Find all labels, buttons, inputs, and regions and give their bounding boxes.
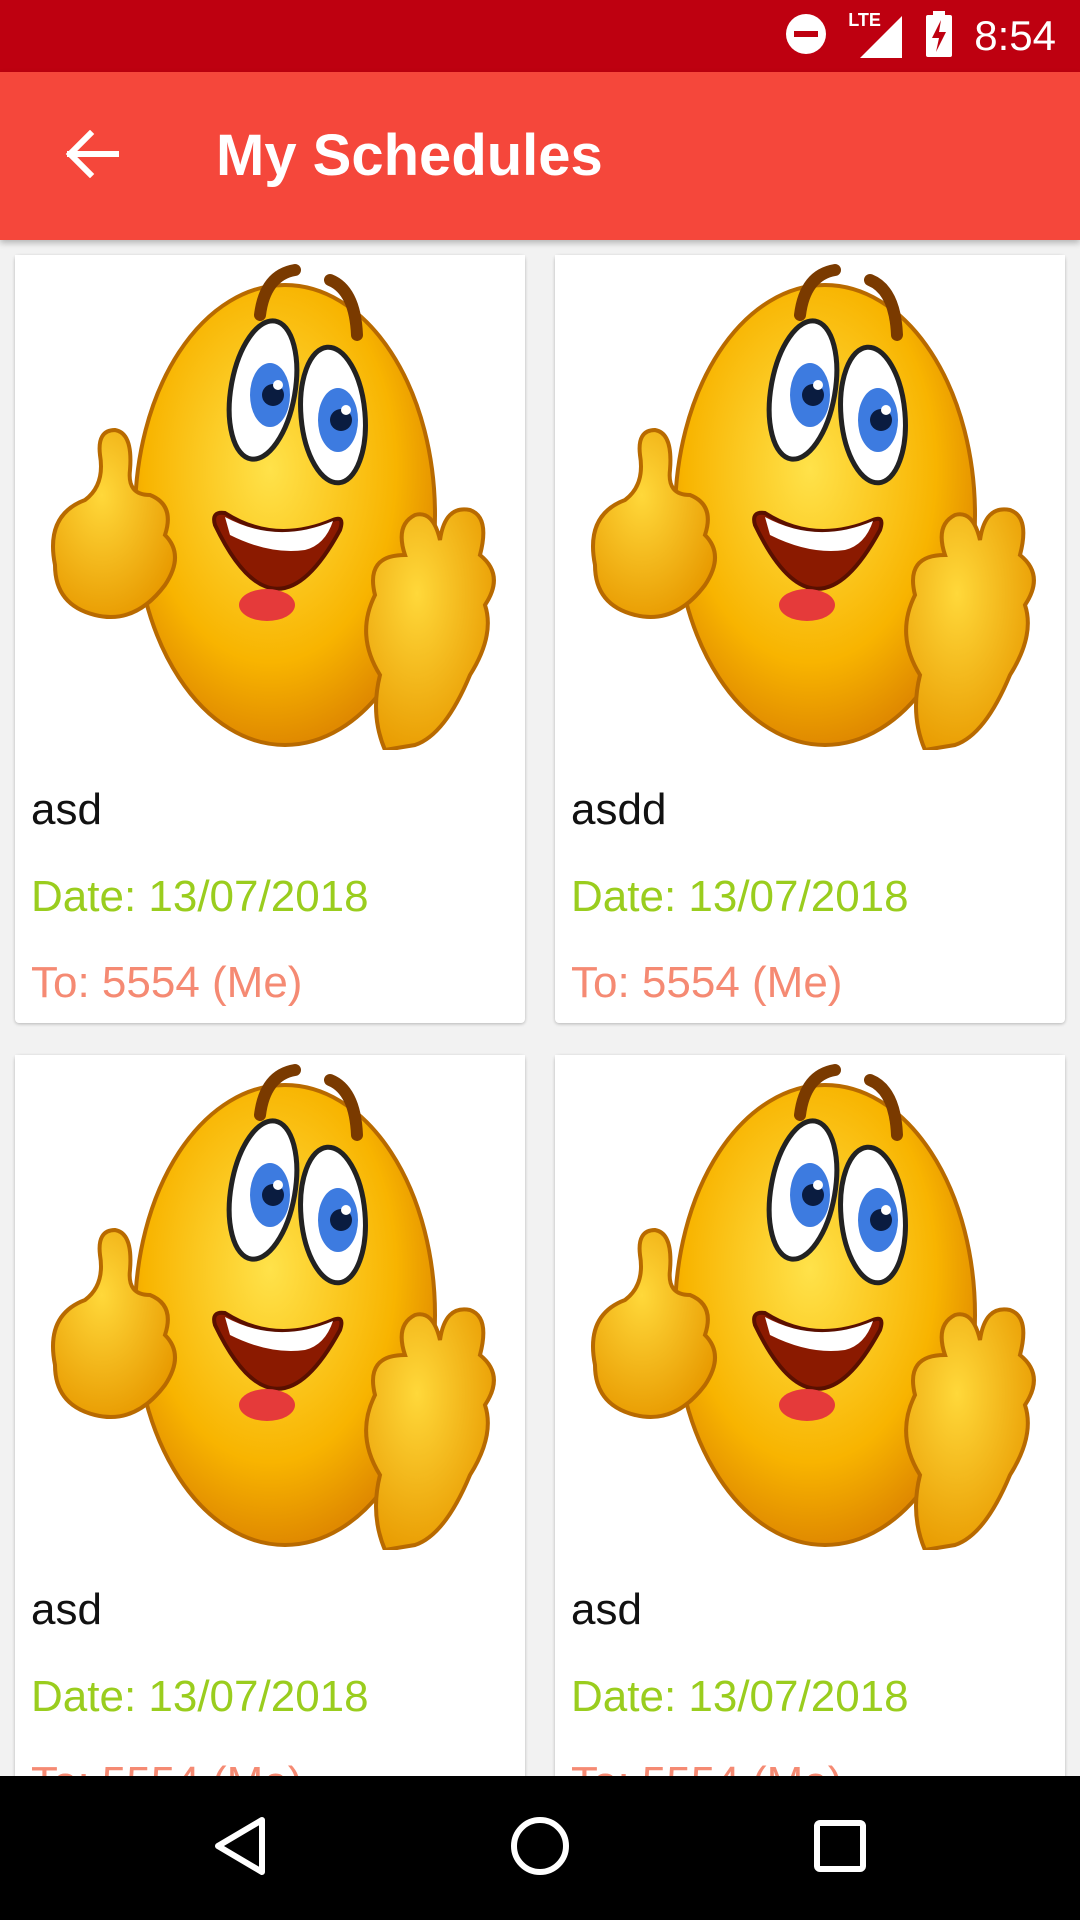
back-button[interactable]: [44, 108, 140, 204]
schedule-date: Date: 13/07/2018: [31, 1672, 369, 1721]
schedule-recipient: To: 5554 (Me): [31, 1758, 302, 1776]
app-bar: My Schedules: [0, 72, 1080, 240]
battery-charging-icon: [924, 11, 954, 61]
schedule-name: asd: [571, 1585, 642, 1634]
status-bar: LTE 8:54: [0, 0, 1080, 72]
schedule-name: asdd: [571, 785, 667, 834]
page-title: My Schedules: [216, 123, 603, 188]
schedule-name: asd: [31, 785, 102, 834]
smiley-emoji-image: [555, 1055, 1065, 1550]
schedule-date: Date: 13/07/2018: [571, 872, 909, 921]
status-icons: LTE 8:54: [784, 0, 1056, 72]
schedule-date: Date: 13/07/2018: [571, 1672, 909, 1721]
arrow-back-icon: [64, 129, 120, 182]
status-time: 8:54: [974, 12, 1056, 59]
nav-recents-button[interactable]: [800, 1808, 880, 1888]
schedule-grid: asd Date: 13/07/2018 To: 5554 (Me) asdd …: [0, 240, 1080, 1776]
schedule-card[interactable]: asd Date: 13/07/2018 To: 5554 (Me): [15, 255, 525, 1023]
schedule-card[interactable]: asdd Date: 13/07/2018 To: 5554 (Me): [555, 255, 1065, 1023]
schedule-date: Date: 13/07/2018: [31, 872, 369, 921]
signal-icon: LTE: [848, 10, 904, 60]
schedule-recipient: To: 5554 (Me): [571, 958, 843, 1007]
schedule-card[interactable]: asd Date: 13/07/2018 To: 5554 (Me): [555, 1055, 1065, 1776]
schedule-name: asd: [31, 1585, 102, 1634]
recents-square-icon: [812, 1818, 868, 1878]
smiley-emoji-image: [15, 255, 525, 750]
navigation-bar: [0, 1776, 1080, 1920]
do-not-disturb-icon: [784, 12, 828, 60]
home-circle-icon: [508, 1814, 572, 1882]
back-triangle-icon: [210, 1814, 270, 1882]
schedule-recipient: To: 5554 (Me): [571, 1758, 842, 1776]
nav-home-button[interactable]: [500, 1808, 580, 1888]
smiley-emoji-image: [15, 1055, 525, 1550]
nav-back-button[interactable]: [200, 1808, 280, 1888]
schedule-recipient: To: 5554 (Me): [31, 958, 303, 1007]
network-type-label: LTE: [848, 10, 881, 30]
smiley-emoji-image: [555, 255, 1065, 750]
schedule-card[interactable]: asd Date: 13/07/2018 To: 5554 (Me): [15, 1055, 525, 1776]
